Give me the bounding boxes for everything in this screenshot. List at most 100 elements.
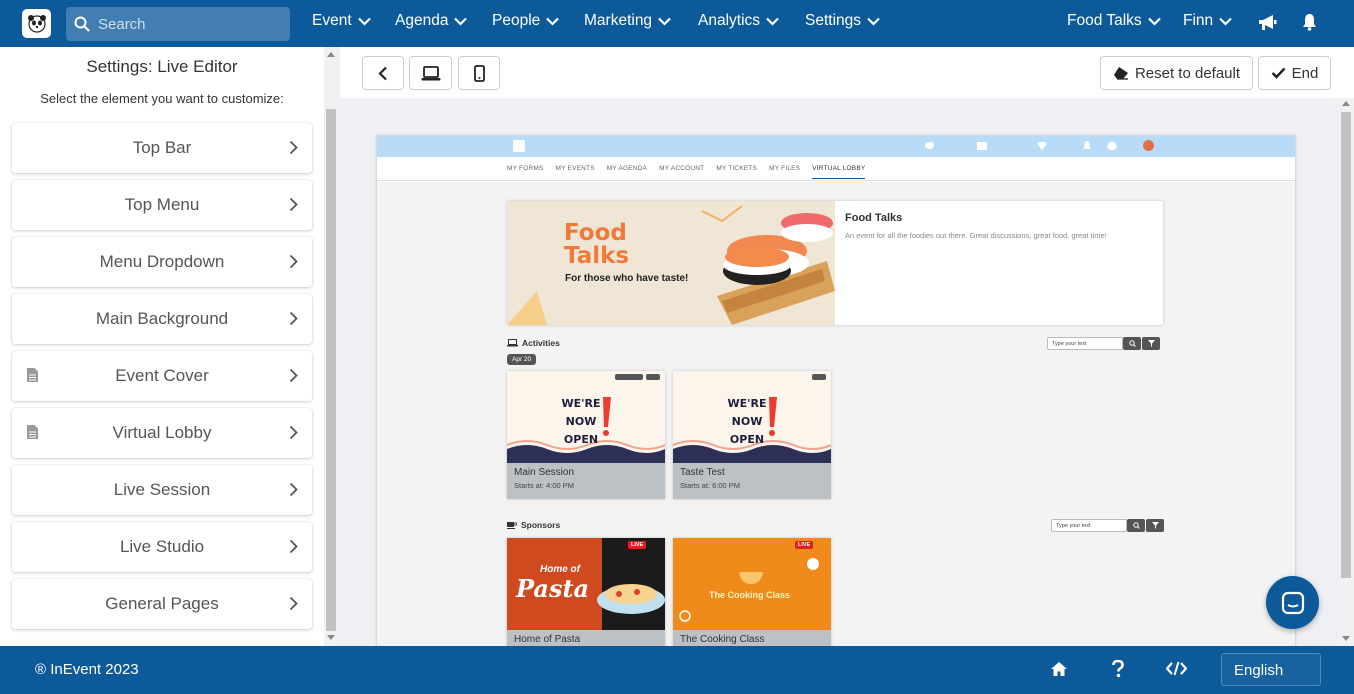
activity-card-main-session[interactable]: WE'RE NOW OPEN Main Session Starts at: 4…	[507, 371, 665, 499]
nav-settings[interactable]: Settings	[805, 12, 880, 30]
desktop-view-button[interactable]	[409, 56, 452, 90]
activities-heading: Activities	[507, 338, 560, 348]
nav-agenda-label: Agenda	[395, 12, 449, 29]
activity-name: Main Session	[514, 467, 575, 478]
panda-logo-icon	[27, 14, 46, 33]
mobile-view-button[interactable]	[458, 56, 500, 90]
scroll-up-icon[interactable]	[327, 52, 335, 57]
app-logo[interactable]	[22, 9, 51, 38]
preview-scrollbar[interactable]	[1338, 98, 1354, 646]
scrollbar-thumb[interactable]	[1341, 112, 1351, 578]
chevron-right-icon	[289, 368, 298, 383]
date-chip[interactable]: Apr 20	[507, 354, 537, 365]
nav-analytics-label: Analytics	[698, 12, 761, 29]
element-item-main-background[interactable]: Main Background	[12, 294, 312, 344]
event-title: Food Talks	[845, 212, 903, 224]
back-button[interactable]	[362, 56, 404, 90]
element-item-label: Virtual Lobby	[112, 423, 212, 442]
search-icon	[1132, 522, 1140, 529]
reset-to-default-button[interactable]: Reset to default	[1100, 56, 1253, 90]
scroll-up-icon[interactable]	[1342, 101, 1350, 106]
element-item-label: Main Background	[95, 309, 229, 328]
nav-event[interactable]: Event	[312, 12, 371, 30]
element-item-virtual-lobby[interactable]: Virtual Lobby	[12, 408, 312, 458]
language-selector[interactable]: English	[1221, 653, 1321, 686]
activity-card-taste-test[interactable]: WE'RE NOW OPEN Taste Test Starts at: 6:0…	[673, 371, 831, 499]
mail-icon	[977, 142, 987, 150]
footer-bar: ® InEvent 2023 English	[0, 646, 1354, 694]
preview-menu-item[interactable]: MY ACCOUNT	[659, 165, 704, 172]
element-item-live-studio[interactable]: Live Studio	[12, 522, 312, 572]
nav-marketing[interactable]: Marketing	[584, 12, 671, 30]
sponsors-label: Sponsors	[521, 520, 561, 530]
megaphone-icon[interactable]	[1258, 14, 1277, 31]
search-input[interactable]	[98, 15, 278, 33]
user-menu[interactable]: Finn	[1183, 12, 1232, 30]
avatar	[1143, 140, 1154, 151]
event-switcher[interactable]: Food Talks	[1067, 12, 1161, 30]
activity-card-footer: Main Session Starts at: 4:00 PM	[507, 463, 665, 499]
activity-card-image: WE'RE NOW OPEN	[507, 371, 665, 463]
preview-top-menu: MY FORMS MY EVENTS MY AGENDA MY ACCOUNT …	[377, 157, 1295, 181]
element-item-event-cover[interactable]: Event Cover	[12, 351, 312, 401]
card-status-badge	[615, 374, 643, 380]
code-icon[interactable]	[1166, 661, 1187, 676]
cover-art-line: Talks	[564, 243, 630, 269]
help-icon[interactable]	[1112, 660, 1124, 678]
scroll-down-icon[interactable]	[1342, 636, 1350, 641]
scrollbar-thumb[interactable]	[326, 109, 336, 631]
global-search[interactable]	[66, 7, 290, 41]
card-art-text: WE'RE NOW OPEN	[727, 397, 767, 446]
element-item-menu-dropdown[interactable]: Menu Dropdown	[12, 237, 312, 287]
sponsor-card-cooking-class[interactable]: The Cooking Class LIVE The Cooking Class	[673, 538, 831, 646]
nav-analytics[interactable]: Analytics	[698, 12, 779, 30]
nav-people-label: People	[492, 12, 541, 29]
activities-search-button[interactable]	[1123, 337, 1141, 350]
left-panel-scrollbar[interactable]	[324, 47, 338, 646]
activity-time: Starts at: 4:00 PM	[514, 481, 575, 490]
filter-icon	[1147, 340, 1155, 347]
activity-name: Taste Test	[680, 467, 725, 478]
chevron-down-icon	[867, 17, 880, 26]
element-item-live-session[interactable]: Live Session	[12, 465, 312, 515]
event-cover[interactable]: Food Talks For those who have taste! Foo…	[507, 201, 1163, 325]
bell-icon[interactable]	[1302, 13, 1317, 31]
document-icon	[27, 368, 38, 382]
reset-button-label: Reset to default	[1134, 64, 1241, 82]
preview-top-bar[interactable]	[377, 136, 1295, 157]
sponsor-card-image: The Cooking Class LIVE	[673, 538, 831, 630]
cover-illustration	[507, 201, 835, 325]
bell-icon	[1083, 141, 1091, 149]
sponsor-card-footer: The Cooking Class	[673, 630, 831, 646]
activities-search-input[interactable]: Type your text	[1047, 337, 1123, 350]
preview-menu-item[interactable]: MY EVENTS	[556, 165, 595, 172]
cover-art-line: Food	[564, 220, 627, 246]
element-item-label: Live Studio	[119, 537, 205, 556]
chevron-right-icon	[289, 482, 298, 497]
activities-filter-button[interactable]	[1142, 337, 1160, 350]
support-chat-button[interactable]	[1266, 576, 1319, 629]
preview-menu-item[interactable]: MY TICKETS	[716, 165, 757, 172]
element-item-top-menu[interactable]: Top Menu	[12, 180, 312, 230]
mobile-phone-icon	[473, 64, 485, 82]
nav-agenda[interactable]: Agenda	[395, 12, 468, 30]
preview-menu-item[interactable]: MY FILES	[769, 165, 800, 172]
sponsors-search-button[interactable]	[1127, 519, 1145, 532]
preview-menu-item-active[interactable]: VIRTUAL LOBBY	[812, 165, 866, 179]
sponsors-search-input[interactable]: Type your text	[1051, 519, 1127, 532]
nav-people[interactable]: People	[492, 12, 560, 30]
top-navigation-bar: Event Agenda People Marketing Analytics …	[0, 0, 1354, 47]
chevron-right-icon	[289, 539, 298, 554]
sponsors-filter-button[interactable]	[1146, 519, 1164, 532]
preview-menu-item[interactable]: MY FORMS	[507, 165, 544, 172]
element-item-general-pages[interactable]: General Pages	[12, 579, 312, 629]
end-button[interactable]: End	[1258, 56, 1331, 90]
preview-menu-item[interactable]: MY AGENDA	[607, 165, 647, 172]
sponsor-name: The Cooking Class	[680, 634, 765, 645]
sponsor-card-home-of-pasta[interactable]: Home of Pasta LIVE Home of Pasta	[507, 538, 665, 646]
chevron-down-icon	[546, 17, 560, 26]
nav-marketing-label: Marketing	[584, 12, 653, 29]
element-item-top-bar[interactable]: Top Bar	[12, 123, 312, 173]
home-icon[interactable]	[1050, 661, 1068, 677]
scroll-down-icon[interactable]	[327, 635, 335, 640]
